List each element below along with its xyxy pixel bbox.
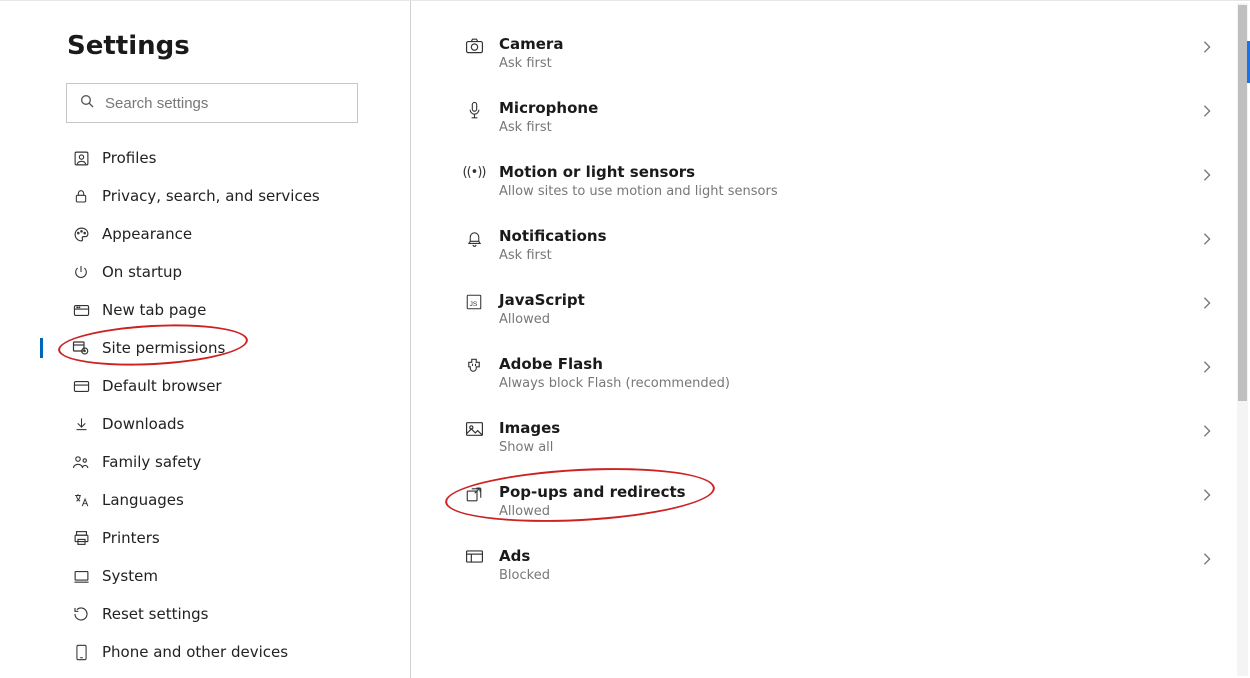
sidebar-item-label: Reset settings [102, 605, 209, 623]
sidebar-item-new-tab[interactable]: New tab page [66, 291, 374, 329]
search-input[interactable] [105, 95, 345, 112]
sidebar-item-label: Privacy, search, and services [102, 187, 320, 205]
permission-subtitle: Ask first [499, 56, 1202, 71]
permission-title: Adobe Flash [499, 355, 1202, 373]
permission-title: Notifications [499, 227, 1202, 245]
settings-page: Settings Profiles Privacy, search, and s… [0, 0, 1250, 678]
family-safety-icon [72, 453, 90, 471]
sidebar-item-downloads[interactable]: Downloads [66, 405, 374, 443]
sidebar-item-on-startup[interactable]: On startup [66, 253, 374, 291]
sidebar-item-label: Languages [102, 491, 184, 509]
chevron-right-icon [1202, 99, 1220, 122]
sidebar-item-privacy[interactable]: Privacy, search, and services [66, 177, 374, 215]
profile-icon [72, 149, 90, 167]
permission-row-images[interactable]: Images Show all [457, 407, 1220, 471]
sidebar-item-label: Profiles [102, 149, 156, 167]
sidebar-item-label: System [102, 567, 158, 585]
microphone-icon [457, 99, 491, 120]
chevron-right-icon [1202, 547, 1220, 570]
sidebar-nav: Profiles Privacy, search, and services A… [66, 139, 374, 671]
permissions-list: Camera Ask first Microphone Ask first ((… [411, 1, 1250, 678]
permission-row-motion-sensors[interactable]: ((•)) Motion or light sensors Allow site… [457, 151, 1220, 215]
phone-icon [72, 643, 90, 661]
flash-plugin-icon [457, 355, 491, 375]
sidebar-item-appearance[interactable]: Appearance [66, 215, 374, 253]
new-tab-icon [72, 301, 90, 319]
permission-title: Camera [499, 35, 1202, 53]
sidebar-item-printers[interactable]: Printers [66, 519, 374, 557]
sidebar-item-family-safety[interactable]: Family safety [66, 443, 374, 481]
permission-row-notifications[interactable]: Notifications Ask first [457, 215, 1220, 279]
chevron-right-icon [1202, 419, 1220, 442]
motion-sensors-icon: ((•)) [457, 163, 491, 180]
sidebar-item-label: New tab page [102, 301, 206, 319]
permission-title: JavaScript [499, 291, 1202, 309]
appearance-icon [72, 225, 90, 243]
sidebar-item-label: Family safety [102, 453, 201, 471]
ads-icon [457, 547, 491, 564]
sidebar-item-default-browser[interactable]: Default browser [66, 367, 374, 405]
sidebar-item-label: Printers [102, 529, 160, 547]
permission-subtitle: Allowed [499, 504, 1202, 519]
sidebar-item-profiles[interactable]: Profiles [66, 139, 374, 177]
permission-title: Pop-ups and redirects [499, 483, 1202, 501]
chevron-right-icon [1202, 483, 1220, 506]
permission-title: Ads [499, 547, 1202, 565]
power-icon [72, 263, 90, 281]
permission-row-camera[interactable]: Camera Ask first [457, 23, 1220, 87]
sidebar-item-label: Phone and other devices [102, 643, 288, 661]
javascript-icon: JS [457, 291, 491, 311]
permission-row-popups[interactable]: Pop-ups and redirects Allowed [457, 471, 1220, 535]
sidebar-item-label: Appearance [102, 225, 192, 243]
chevron-right-icon [1202, 35, 1220, 58]
permission-subtitle: Blocked [499, 568, 1202, 583]
permission-row-javascript[interactable]: JS JavaScript Allowed [457, 279, 1220, 343]
images-icon [457, 419, 491, 437]
search-icon [79, 93, 95, 113]
permission-title: Images [499, 419, 1202, 437]
reset-icon [72, 605, 90, 623]
scrollbar-thumb[interactable] [1238, 5, 1247, 401]
lock-icon [72, 187, 90, 205]
permission-subtitle: Show all [499, 440, 1202, 455]
sidebar-item-system[interactable]: System [66, 557, 374, 595]
page-title: Settings [67, 31, 374, 61]
sidebar-item-label: On startup [102, 263, 182, 281]
svg-text:JS: JS [470, 301, 478, 308]
popups-icon [457, 483, 491, 503]
chevron-right-icon [1202, 163, 1220, 186]
sidebar-item-phone-devices[interactable]: Phone and other devices [66, 633, 374, 671]
permission-subtitle: Ask first [499, 120, 1202, 135]
permission-row-microphone[interactable]: Microphone Ask first [457, 87, 1220, 151]
permission-title: Microphone [499, 99, 1202, 117]
permission-row-ads[interactable]: Ads Blocked [457, 535, 1220, 599]
permission-subtitle: Always block Flash (recommended) [499, 376, 1202, 391]
permission-title: Motion or light sensors [499, 163, 1202, 181]
languages-icon [72, 491, 90, 509]
sidebar-item-label: Site permissions [102, 339, 225, 357]
printers-icon [72, 529, 90, 547]
permission-row-flash[interactable]: Adobe Flash Always block Flash (recommen… [457, 343, 1220, 407]
downloads-icon [72, 415, 90, 433]
permission-subtitle: Ask first [499, 248, 1202, 263]
chevron-right-icon [1202, 355, 1220, 378]
sidebar-item-label: Default browser [102, 377, 222, 395]
chevron-right-icon [1202, 227, 1220, 250]
search-settings-field[interactable] [66, 83, 358, 123]
sidebar-item-site-permissions[interactable]: Site permissions [66, 329, 374, 367]
notifications-icon [457, 227, 491, 248]
permission-subtitle: Allowed [499, 312, 1202, 327]
sidebar-item-languages[interactable]: Languages [66, 481, 374, 519]
site-permissions-icon [72, 339, 90, 357]
permission-subtitle: Allow sites to use motion and light sens… [499, 184, 1202, 199]
sidebar-item-reset-settings[interactable]: Reset settings [66, 595, 374, 633]
default-browser-icon [72, 377, 90, 395]
camera-icon [457, 35, 491, 54]
system-icon [72, 567, 90, 585]
sidebar-item-label: Downloads [102, 415, 184, 433]
scrollbar[interactable] [1237, 3, 1248, 676]
chevron-right-icon [1202, 291, 1220, 314]
settings-sidebar: Settings Profiles Privacy, search, and s… [0, 1, 411, 678]
